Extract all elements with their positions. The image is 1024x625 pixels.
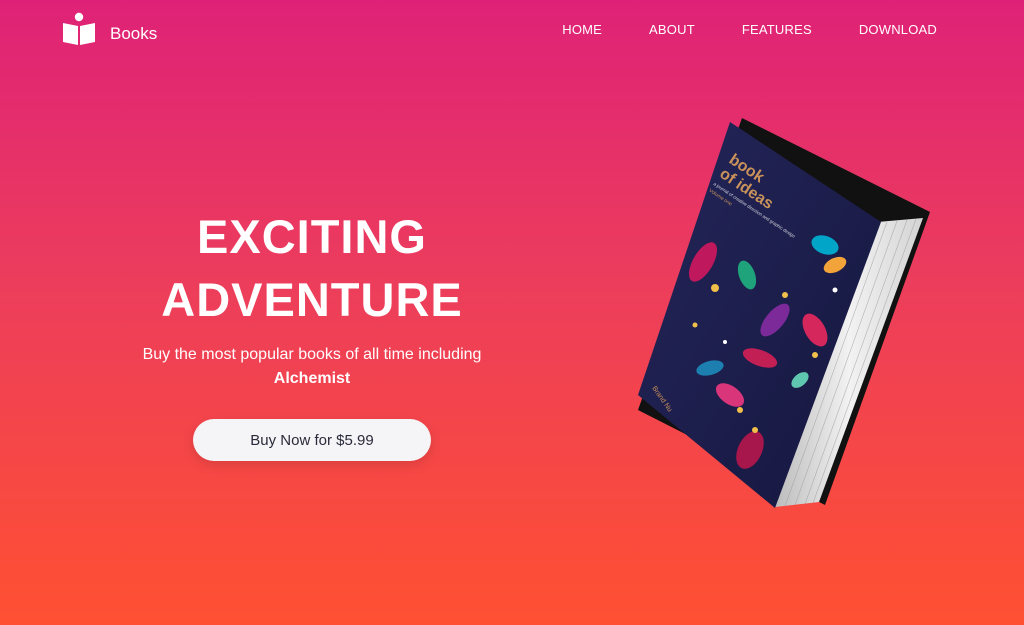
book-image: book of ideas a journal of creative dire… <box>638 118 930 508</box>
main-nav: HOME ABOUT FEATURES DOWNLOAD <box>562 22 937 37</box>
nav-about[interactable]: ABOUT <box>649 22 695 37</box>
logo[interactable]: Books <box>62 12 157 46</box>
hero-subtitle: Buy the most popular books of all time i… <box>132 343 492 391</box>
buy-now-button[interactable]: Buy Now for $5.99 <box>193 419 431 461</box>
hero-highlight: Alchemist <box>273 370 351 387</box>
hero-title: EXCITING ADVENTURE <box>132 205 492 331</box>
header: Books HOME ABOUT FEATURES DOWNLOAD <box>0 0 1024 70</box>
hero-subtitle-text: Buy the most popular books of all time i… <box>142 346 482 363</box>
hero-title-line2: ADVENTURE <box>161 273 463 326</box>
hero-title-line1: EXCITING <box>197 210 427 263</box>
open-book-icon <box>63 12 95 45</box>
nav-features[interactable]: FEATURES <box>742 22 812 37</box>
nav-home[interactable]: HOME <box>562 22 602 37</box>
brand-name: Books <box>110 24 158 43</box>
hero-section: EXCITING ADVENTURE Buy the most popular … <box>132 205 492 461</box>
nav-download[interactable]: DOWNLOAD <box>859 22 937 37</box>
